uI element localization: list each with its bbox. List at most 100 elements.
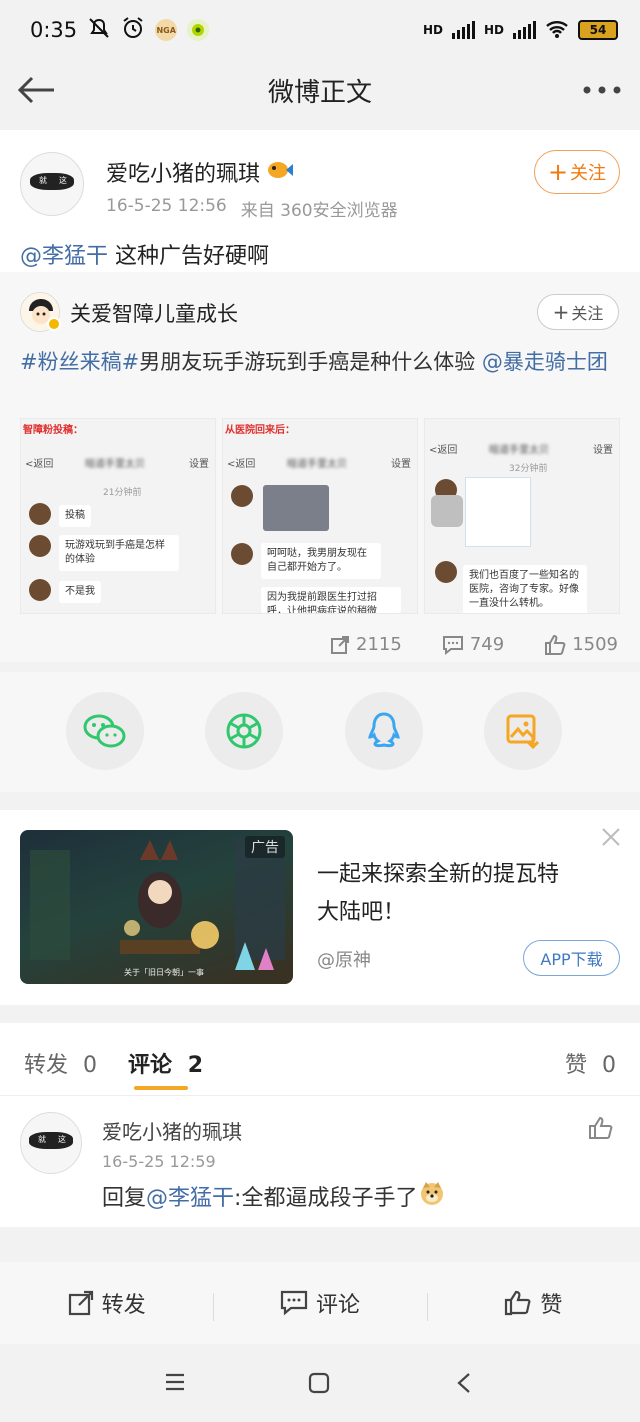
avatar-text: 就 xyxy=(39,176,47,185)
post-image-1[interactable]: 智障粉投稿： <返回 暗道手里太贝 设置 21分钟前 投稿 玩游戏玩到手癌是怎样… xyxy=(20,418,216,614)
tab-reposts[interactable]: 转发 0 xyxy=(24,1047,97,1079)
chat-settings: 设置 xyxy=(189,459,209,470)
follow-button[interactable]: + 关注 xyxy=(534,150,620,194)
chat-timestamp: 21分钟前 xyxy=(103,488,142,498)
signal-icon xyxy=(451,21,475,39)
post-time: 16-5-25 12:56 xyxy=(106,196,227,216)
share-wechat-button[interactable] xyxy=(66,692,144,770)
plus-icon: + xyxy=(547,158,569,186)
hd-label: HD xyxy=(422,23,443,37)
ad-headline: 一起来探索全新的提瓦特 大陆吧！ xyxy=(317,856,559,932)
hd-label-2: HD xyxy=(483,23,504,37)
retweet-follow-button[interactable]: + 关注 xyxy=(537,294,619,330)
moments-aperture-icon xyxy=(226,713,262,749)
chat-bubble: 不是我 xyxy=(59,581,101,603)
hashtag-link[interactable]: #粉丝来稿# xyxy=(20,350,139,374)
ad-brand[interactable]: @原神 xyxy=(317,946,371,972)
comment-body: :全都逼成段子手了 xyxy=(234,1186,418,1211)
chat-back: <返回 xyxy=(227,459,256,470)
plus-icon-2: + xyxy=(552,300,570,324)
chat-header: <返回 暗道手里太贝 设置 xyxy=(223,455,417,477)
back-arrow-icon xyxy=(17,76,54,104)
nga-app-icon: NGA xyxy=(155,19,178,41)
chat-title: 暗道手里太贝 xyxy=(489,445,549,456)
ad-label: 广告 xyxy=(245,836,285,858)
like-count[interactable]: 1509 xyxy=(544,634,618,655)
battery-indicator: 54 xyxy=(578,20,618,40)
repost-button[interactable]: 转发 xyxy=(0,1287,213,1319)
verified-icon xyxy=(47,317,61,331)
save-image-icon xyxy=(506,714,540,749)
page-title: 微博正文 xyxy=(267,77,372,108)
post-image-3[interactable]: <返回 暗道手里太贝 设置 32分钟前 我们也百度了一些知名的医院，咨询了专家。… xyxy=(424,418,620,614)
signal-icon-2 xyxy=(513,21,536,39)
close-ad-icon[interactable] xyxy=(600,826,622,852)
chat-title: 暗道手里太贝 xyxy=(287,459,347,470)
tab-comments[interactable]: 评论 2 xyxy=(128,1047,203,1079)
tab-reposts-label: 转发 xyxy=(24,1053,69,1078)
ad-card[interactable]: 广告 关于「旧日今朝」一事 一起来探索全新的提瓦特 大陆吧！ @原神 APP下载 xyxy=(0,810,640,1005)
share-moments-button[interactable] xyxy=(205,692,283,770)
ad-headline-line-1: 一起来探索全新的提瓦特 xyxy=(317,862,560,887)
avatar-text-2: 这 xyxy=(58,1135,66,1144)
chat-bubble: 呵呵哒，我男朋友现在自己都开始方了。 xyxy=(261,543,381,579)
comment-button[interactable]: 评论 xyxy=(213,1287,426,1321)
more-dots-icon xyxy=(583,86,621,94)
repost-count[interactable]: 2115 xyxy=(330,634,402,655)
save-image-button[interactable] xyxy=(484,692,562,770)
comment-mention-link[interactable]: @李猛干 xyxy=(146,1180,234,1212)
post-body: 这种广告好硬啊 xyxy=(108,244,270,269)
mention-link[interactable]: @李猛干 xyxy=(20,244,108,269)
repost-label: 转发 xyxy=(101,1293,146,1318)
tab-likes-label: 赞 xyxy=(564,1053,587,1078)
retweet-mention-link[interactable]: @暴走骑士团 xyxy=(482,350,608,374)
green-app-icon xyxy=(187,19,210,41)
comment-time: 16-5-25 12:59 xyxy=(102,1152,216,1171)
chat-header: <返回 暗道手里太贝 设置 xyxy=(425,441,619,463)
repost-count-value: 2115 xyxy=(356,634,402,655)
tab-likes[interactable]: 赞 0 xyxy=(565,1047,616,1079)
thumbs-up-icon xyxy=(589,1116,613,1139)
chat-back: <返回 xyxy=(25,459,54,470)
back-button[interactable] xyxy=(14,68,58,112)
ad-headline-line-2: 大陆吧！ xyxy=(317,900,406,925)
chat-settings: 设置 xyxy=(593,445,613,456)
home-icon[interactable] xyxy=(308,1372,330,1398)
image-caption: 从医院回来后： xyxy=(225,425,295,436)
comment-text: 回复 @李猛干:全都逼成段子手了 xyxy=(102,1180,445,1212)
comment-icon xyxy=(280,1290,308,1316)
tab-likes-count: 0 xyxy=(602,1053,616,1078)
alarm-icon xyxy=(121,16,145,45)
app-download-label: APP下载 xyxy=(540,950,603,969)
chat-bubble: 因为我提前跟医生打过招呼，让他把病症说的稍微 xyxy=(261,587,401,613)
comment-like-button[interactable] xyxy=(588,1116,614,1144)
author-name[interactable]: 爱吃小猪的珮琪 xyxy=(106,156,260,188)
qq-penguin-icon xyxy=(368,712,400,748)
tab-reposts-count: 0 xyxy=(83,1053,98,1078)
back-nav-icon[interactable] xyxy=(456,1372,472,1398)
app-download-button[interactable]: APP下载 xyxy=(523,940,620,976)
avatar-text: 就 xyxy=(38,1135,46,1144)
commenter-name[interactable]: 爱吃小猪的珮琪 xyxy=(102,1116,242,1145)
image-caption: 智障粉投稿： xyxy=(23,425,83,436)
post-image-2[interactable]: 从医院回来后： <返回 暗道手里太贝 设置 呵呵哒，我男朋友现在自己都开始方了。… xyxy=(222,418,418,614)
menu-icon[interactable] xyxy=(164,1372,186,1396)
share-row xyxy=(0,672,640,792)
comment-count[interactable]: 749 xyxy=(442,634,504,655)
like-button[interactable]: 赞 xyxy=(426,1287,640,1321)
share-qq-button[interactable] xyxy=(345,692,423,770)
chat-header: <返回 暗道手里太贝 设置 xyxy=(21,455,215,477)
chat-timestamp: 32分钟前 xyxy=(509,464,548,474)
more-button[interactable] xyxy=(580,68,624,112)
like-label: 赞 xyxy=(540,1293,563,1318)
avatar[interactable]: 就 这 xyxy=(20,152,84,216)
ad-image[interactable]: 广告 关于「旧日今朝」一事 xyxy=(20,830,293,984)
chat-bubble: 投稿 xyxy=(59,505,91,527)
retweet-follow-label: 关注 xyxy=(571,304,604,323)
retweet-text: #粉丝来稿#男朋友玩手游玩到手癌是种什么体验 @暴走骑士团 xyxy=(20,346,624,379)
retweeted-post[interactable]: 关爱智障儿童成长 + 关注 #粉丝来稿#男朋友玩手游玩到手癌是种什么体验 @暴走… xyxy=(0,272,640,662)
retweet-author[interactable]: 关爱智障儿童成长 xyxy=(70,298,238,328)
comment-prefix: 回复 xyxy=(102,1186,147,1211)
commenter-avatar[interactable]: 就 这 xyxy=(20,1112,82,1174)
screenshot-placeholder xyxy=(465,477,531,547)
